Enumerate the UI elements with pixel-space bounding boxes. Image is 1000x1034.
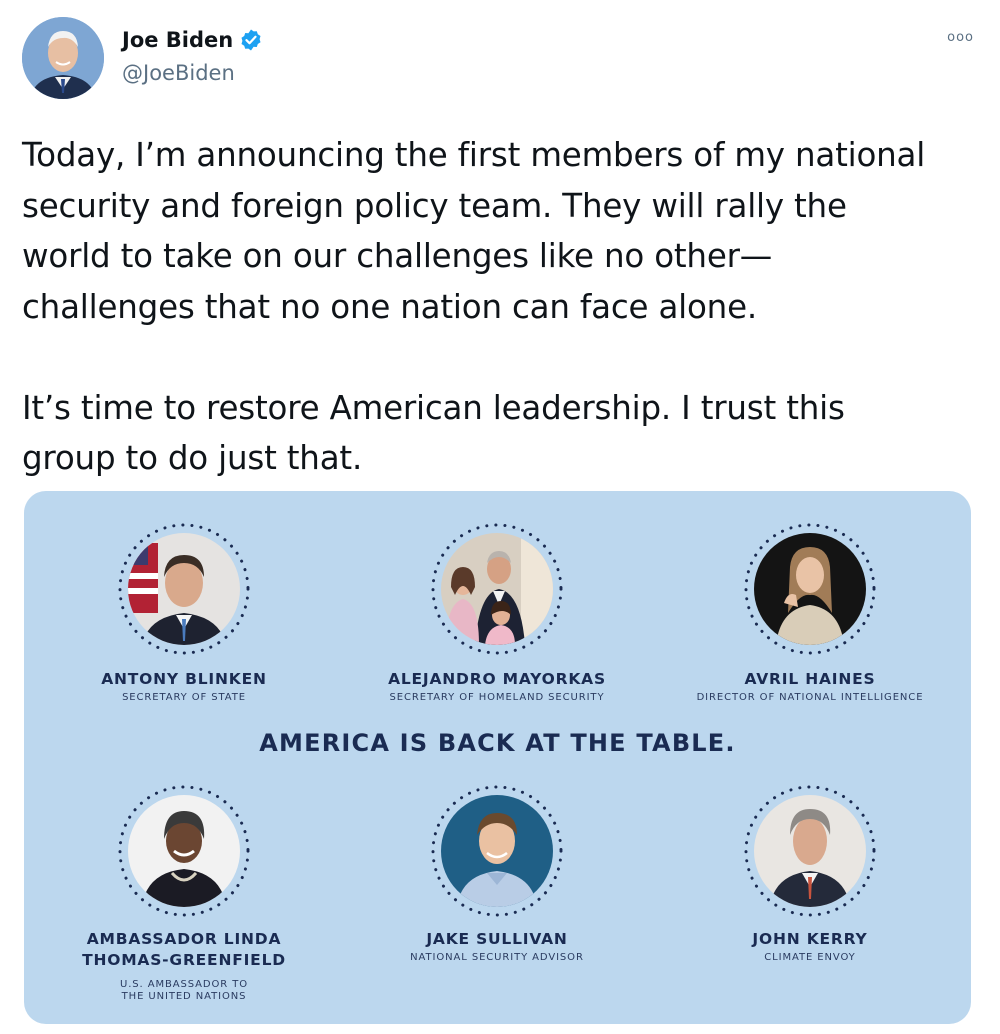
member-card-thomas-greenfield: AMBASSADOR LINDA THOMAS-GREENFIELD U.S. … [24, 783, 344, 1003]
member-role: SECRETARY OF STATE [122, 692, 246, 703]
tweet-text: Today, I’m announcing the first members … [22, 136, 926, 477]
portrait-thomas-greenfield [128, 795, 240, 907]
portrait-sullivan [441, 795, 553, 907]
more-options-icon[interactable]: ooo [947, 30, 974, 45]
author-handle[interactable]: @JoeBiden [122, 61, 235, 85]
member-card-haines: AVRIL HAINES DIRECTOR OF NATIONAL INTELL… [650, 521, 970, 704]
member-name: JAKE SULLIVAN [426, 930, 568, 948]
portrait-haines [754, 533, 866, 645]
member-name: AVRIL HAINES [744, 670, 876, 688]
member-role: DIRECTOR OF NATIONAL INTELLIGENCE [696, 692, 924, 703]
member-card-blinken: ANTONY BLINKEN SECRETARY OF STATE [24, 521, 344, 704]
verified-badge-icon [241, 29, 261, 51]
member-card-sullivan: JAKE SULLIVAN NATIONAL SECURITY ADVISOR [337, 783, 657, 964]
member-role: U.S. AMBASSADOR TO THE UNITED NATIONS [120, 979, 248, 1002]
member-name: AMBASSADOR LINDA THOMAS-GREENFIELD [82, 930, 286, 969]
avatar[interactable] [22, 17, 104, 99]
member-role: NATIONAL SECURITY ADVISOR [410, 952, 584, 963]
portrait-kerry [754, 795, 866, 907]
member-name: ANTONY BLINKEN [101, 670, 267, 688]
member-role: SECRETARY OF HOMELAND SECURITY [389, 692, 605, 703]
portrait-blinken [128, 533, 240, 645]
portrait-mayorkas [441, 533, 553, 645]
tweet-media-image[interactable]: ANTONY BLINKEN SECRETARY OF STATE ALEJAN… [24, 491, 971, 1024]
author-display-name[interactable]: Joe Biden [122, 28, 233, 52]
member-card-kerry: JOHN KERRY CLIMATE ENVOY [650, 783, 970, 964]
member-role: CLIMATE ENVOY [764, 952, 856, 963]
member-name: ALEJANDRO MAYORKAS [388, 670, 606, 688]
media-headline: AMERICA IS BACK AT THE TABLE. [259, 729, 736, 757]
member-name: JOHN KERRY [752, 930, 868, 948]
author-name[interactable]: Joe Biden [122, 28, 263, 52]
member-card-mayorkas: ALEJANDRO MAYORKAS SECRETARY OF HOMELAND… [337, 521, 657, 704]
